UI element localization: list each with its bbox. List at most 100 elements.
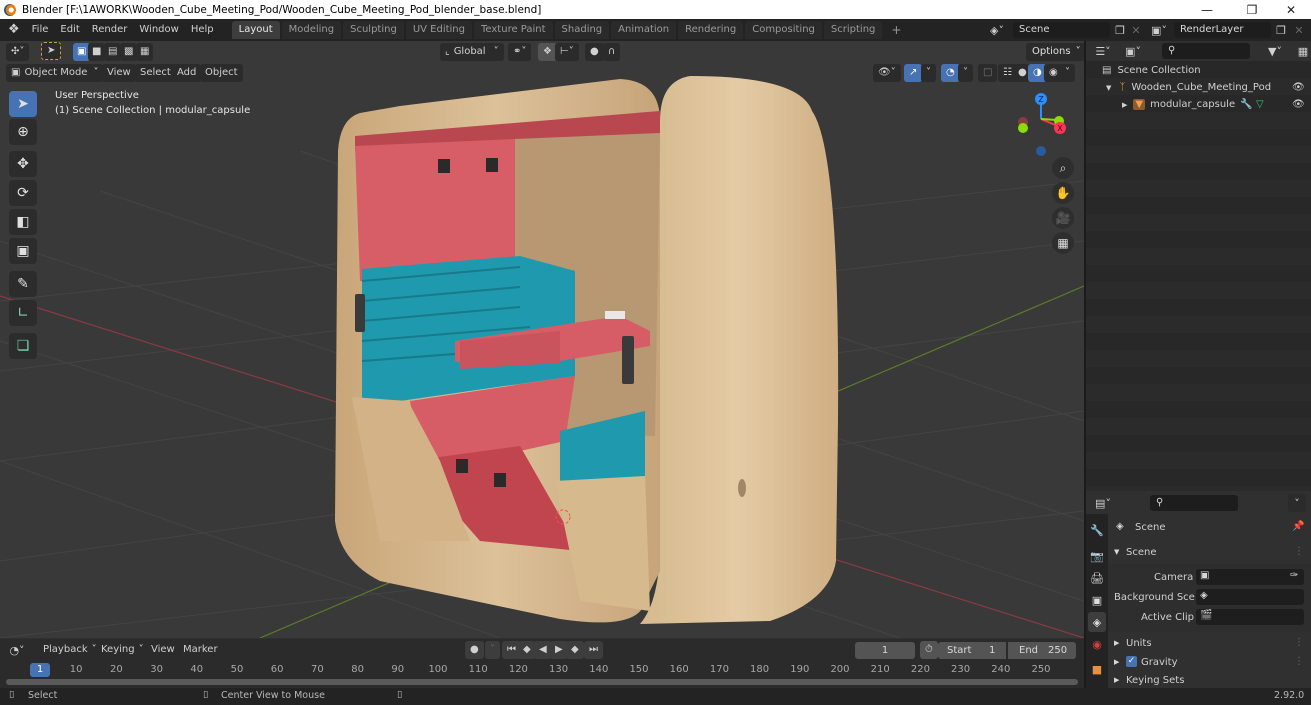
annotate-tool[interactable]: ✎: [9, 271, 37, 297]
eye-visibility-icon[interactable]: 👁: [1292, 82, 1305, 93]
tab-sculpting[interactable]: Sculpting: [343, 21, 404, 39]
jump-to-end-icon[interactable]: ⏭: [584, 641, 603, 659]
tab-shading[interactable]: Shading: [554, 21, 610, 39]
output-tab-icon[interactable]: 🖨: [1088, 568, 1106, 588]
blender-menu-icon[interactable]: ❖: [0, 19, 26, 41]
pin-icon[interactable]: 📌: [1292, 521, 1304, 532]
render-layer-field[interactable]: RenderLayer: [1174, 22, 1271, 38]
visibility-icon[interactable]: 👁˅: [873, 64, 901, 82]
start-frame-field[interactable]: Start 1: [938, 642, 1006, 659]
restore-icon[interactable]: ❐: [1232, 0, 1272, 19]
units-panel-header[interactable]: ▶ Units ⋮: [1108, 635, 1311, 653]
outliner-search-input[interactable]: ⚲: [1162, 43, 1250, 59]
tab-uv-editing[interactable]: UV Editing: [405, 21, 472, 39]
move-tool[interactable]: ✥: [9, 151, 37, 177]
properties-editor-type-icon[interactable]: ▤˅: [1094, 494, 1112, 512]
new-view-layer-icon[interactable]: ❐: [1272, 21, 1290, 39]
tab-layout[interactable]: Layout: [231, 21, 280, 39]
view-layer-tab-icon[interactable]: ▣: [1088, 590, 1106, 610]
pan-view-icon[interactable]: ✋: [1052, 182, 1074, 204]
playback-menu[interactable]: Playback ˅: [38, 641, 102, 659]
add-workspace-button[interactable]: +: [884, 21, 908, 39]
xray-toggle-icon[interactable]: □: [978, 64, 998, 82]
scene-name-field[interactable]: Scene: [1013, 22, 1110, 38]
menu-select[interactable]: Select: [135, 64, 176, 82]
menu-object[interactable]: Object: [200, 64, 243, 82]
select-tool-icon[interactable]: ➤: [41, 42, 62, 60]
menu-render[interactable]: Render: [86, 19, 134, 41]
measure-tool[interactable]: ∟: [9, 300, 37, 326]
zoom-view-icon[interactable]: ⌕: [1052, 157, 1074, 179]
jump-to-next-keyframe-icon[interactable]: ◆: [566, 641, 584, 659]
properties-options-chevron-icon[interactable]: ˅: [1288, 494, 1306, 512]
object-mode-dropdown[interactable]: ▣ Object Mode ˅: [6, 64, 104, 82]
cursor-tool[interactable]: ⊕: [9, 119, 37, 145]
object-tab-icon[interactable]: ■: [1088, 659, 1106, 679]
gravity-checkbox[interactable]: ✓: [1126, 656, 1137, 667]
menu-edit[interactable]: Edit: [54, 19, 85, 41]
menu-help[interactable]: Help: [185, 19, 220, 41]
filter-icon[interactable]: ▼˅: [1266, 42, 1284, 60]
navigation-gizmo[interactable]: Z X: [1010, 89, 1070, 159]
tab-texture-paint[interactable]: Texture Paint: [474, 21, 553, 39]
keying-set-chevron-icon[interactable]: ˅: [485, 641, 500, 659]
minimize-icon[interactable]: —: [1187, 0, 1227, 19]
tab-modeling[interactable]: Modeling: [281, 21, 342, 39]
preview-range-icon[interactable]: ⏱: [920, 641, 938, 659]
pivot-point-icon[interactable]: ⚭˅: [508, 43, 532, 61]
add-cube-tool[interactable]: ❏: [9, 333, 37, 359]
drag-handle-icon[interactable]: ⋮: [1294, 656, 1304, 667]
end-frame-field[interactable]: End 250: [1008, 642, 1076, 659]
scene-selector-icon[interactable]: ◈˅: [988, 21, 1006, 39]
expand-arrow-icon[interactable]: ▼: [1106, 84, 1111, 92]
active-clip-field[interactable]: 🎬: [1196, 609, 1304, 625]
mesh-data-icon[interactable]: ▽: [1256, 99, 1264, 110]
outliner-object-row[interactable]: ▶ ▼ modular_capsule 🔧 ▽ 👁: [1086, 96, 1311, 113]
tab-scripting[interactable]: Scripting: [823, 21, 883, 39]
overlay-toggle-icon[interactable]: ◔: [941, 64, 960, 82]
outliner-collection-row[interactable]: ▼ ᛉ Wooden_Cube_Meeting_Pod 👁: [1086, 79, 1311, 96]
close-icon[interactable]: ✕: [1271, 0, 1311, 19]
select-mode-invert-icon[interactable]: ▩: [120, 43, 138, 61]
menu-view[interactable]: View: [102, 64, 136, 82]
auto-keying-icon[interactable]: ●: [465, 641, 484, 659]
gizmo-toggle-icon[interactable]: ↗: [904, 64, 923, 82]
tab-animation[interactable]: Animation: [611, 21, 677, 39]
drag-handle-icon[interactable]: ⋮: [1294, 546, 1304, 557]
scene-panel-header[interactable]: ▼ Scene ⋮: [1108, 544, 1311, 564]
eyedropper-icon[interactable]: ✑: [1290, 570, 1298, 581]
keying-sets-panel-header[interactable]: ▶ Keying Sets: [1108, 673, 1311, 688]
expand-arrow-icon[interactable]: ▶: [1122, 101, 1127, 109]
drag-handle-icon[interactable]: ⋮: [1294, 637, 1304, 648]
outliner-editor-type-icon[interactable]: ☰˅: [1094, 42, 1112, 60]
options-dropdown[interactable]: Options ˅: [1026, 43, 1084, 61]
select-mode-subtract-icon[interactable]: ▤: [104, 43, 122, 61]
camera-view-icon[interactable]: 🎥: [1052, 207, 1074, 229]
world-tab-icon[interactable]: ◉: [1088, 634, 1106, 654]
transform-tool[interactable]: ▣: [9, 238, 37, 264]
rotate-tool[interactable]: ⟳: [9, 180, 37, 206]
camera-field[interactable]: ▣ ✑: [1196, 569, 1304, 585]
current-frame-field[interactable]: 1: [855, 642, 915, 659]
select-mode-extend-icon[interactable]: ■: [88, 43, 106, 61]
menu-add[interactable]: Add: [172, 64, 202, 82]
transform-orientation-dropdown[interactable]: ⌞ Global ˅: [440, 43, 504, 61]
tab-compositing[interactable]: Compositing: [745, 21, 822, 39]
timeline-ruler[interactable]: 1 10 20 30 40 50 60 70 80 90 100 110 120 130 140 150 160…: [0, 661, 1084, 679]
properties-search-input[interactable]: ⚲: [1150, 495, 1238, 511]
render-tab-icon[interactable]: 📷: [1088, 546, 1106, 566]
modifier-wrench-icon[interactable]: 🔧: [1240, 99, 1252, 110]
proportional-falloff-icon[interactable]: ∩: [603, 43, 621, 61]
view-layer-selector-icon[interactable]: ▣˅: [1150, 21, 1168, 39]
tool-tab-icon[interactable]: 🔧: [1088, 520, 1106, 540]
select-box-tool[interactable]: ➤: [9, 91, 37, 117]
editor-type-icon[interactable]: ✣˅: [6, 43, 30, 61]
meeting-pod-model[interactable]: [335, 76, 839, 624]
timeline-view-menu[interactable]: View: [146, 641, 180, 659]
scene-tab-icon[interactable]: ◈: [1088, 612, 1106, 632]
new-collection-icon[interactable]: ▦: [1294, 42, 1311, 60]
chevron-down-icon[interactable]: ˅: [921, 64, 936, 82]
gravity-panel-header[interactable]: ▶ ✓ Gravity ⋮: [1108, 654, 1311, 672]
tab-rendering[interactable]: Rendering: [678, 21, 744, 39]
outliner-scene-collection[interactable]: ▤ Scene Collection: [1086, 62, 1311, 79]
